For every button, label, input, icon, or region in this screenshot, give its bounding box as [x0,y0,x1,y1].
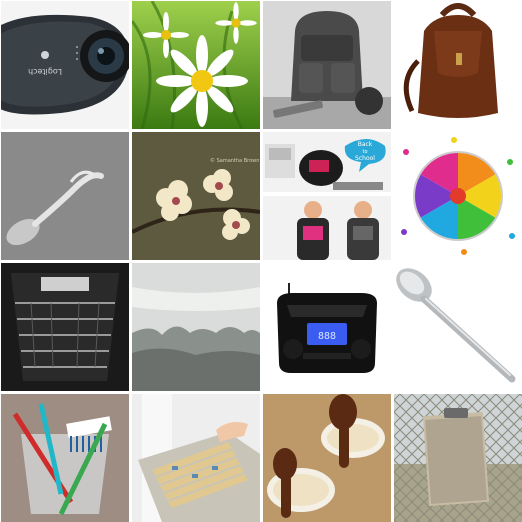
tile-cherry-blossom[interactable]: © Samantha Brown [132,132,260,260]
tile-toothbrush[interactable] [1,394,129,522]
tile-file-drawer[interactable] [132,394,260,522]
tile-glass-spoon[interactable] [1,132,129,260]
tile-backpack-gray[interactable] [263,1,391,129]
tile-back-to-school-bags[interactable]: Back to School [263,132,391,260]
tile-chocolate-spoons[interactable] [263,394,391,522]
push-pin-tray-icon [413,151,503,241]
tile-daisy[interactable] [132,1,260,129]
brand-text: Logitech [28,67,62,76]
logitech-logo-icon [41,51,49,59]
bubble-text-school: School [355,155,375,162]
tile-leather-backpack[interactable] [394,1,522,129]
watermark-text: © Samantha Brown [210,157,259,164]
tile-misty-window[interactable] [132,263,260,391]
tile-clipboard-fence[interactable] [394,394,522,522]
bubble-text-back: Back [358,141,373,148]
tile-webcam[interactable]: Logitech [1,1,129,129]
tile-oven-interior[interactable] [1,263,129,391]
tile-metal-spoon[interactable] [394,263,522,391]
tile-boombox[interactable]: 888 [263,263,391,391]
display-text: 888 [318,331,336,342]
tile-push-pins[interactable] [394,132,522,260]
image-grid: Logitech © Samantha Brown Back to School… [0,0,522,522]
